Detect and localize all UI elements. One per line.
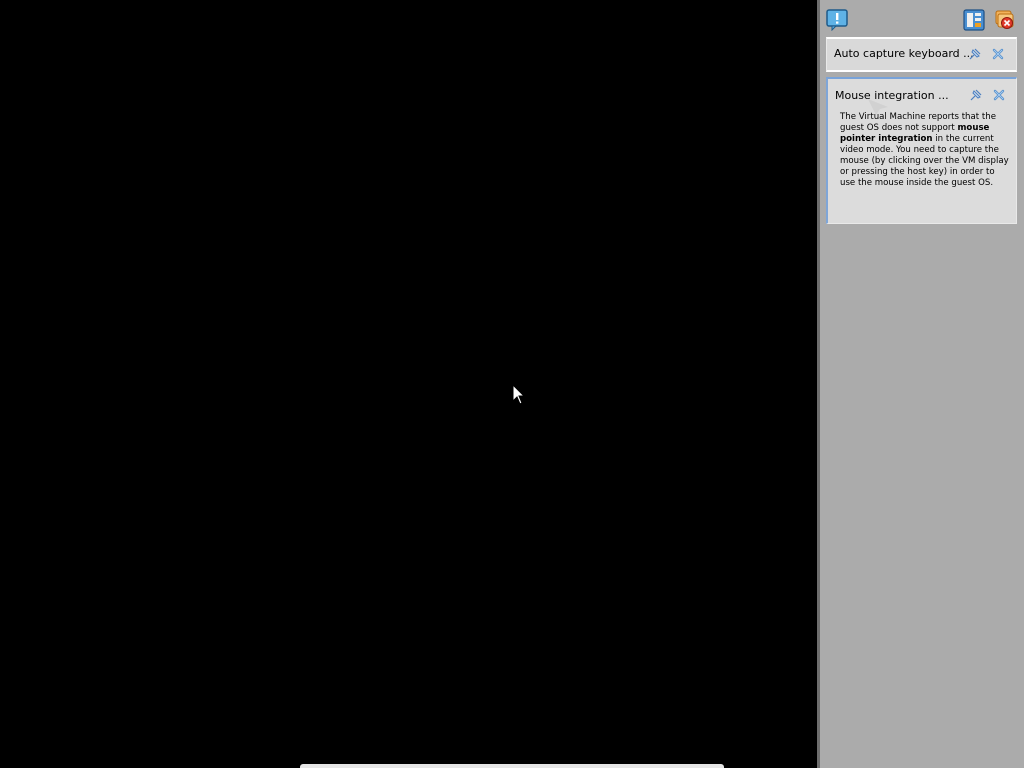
toggle-sort-order-icon[interactable] (963, 9, 985, 31)
mini-toolbar-edge[interactable] (300, 764, 724, 768)
close-icon[interactable] (991, 47, 1005, 61)
notification-center-icon[interactable] (826, 9, 848, 31)
pin-icon[interactable] (968, 47, 982, 61)
mouse-pointer-icon (512, 384, 526, 405)
close-icon[interactable] (992, 88, 1006, 102)
notification-mouse-integration[interactable]: Mouse integration ... The Virtual Machin… (826, 77, 1017, 224)
notification-message: The Virtual Machine reports that the gue… (840, 112, 1010, 189)
notification-auto-capture-keyboard[interactable]: Auto capture keyboard ... (826, 37, 1017, 72)
notification-center: Auto capture keyboard ... Mouse integrat… (817, 0, 1024, 768)
notification-title: Auto capture keyboard ... (834, 47, 974, 60)
notification-center-toolbar (820, 0, 1024, 36)
close-all-icon[interactable] (993, 9, 1015, 31)
vm-display[interactable] (0, 0, 818, 768)
pin-icon[interactable] (969, 88, 983, 102)
